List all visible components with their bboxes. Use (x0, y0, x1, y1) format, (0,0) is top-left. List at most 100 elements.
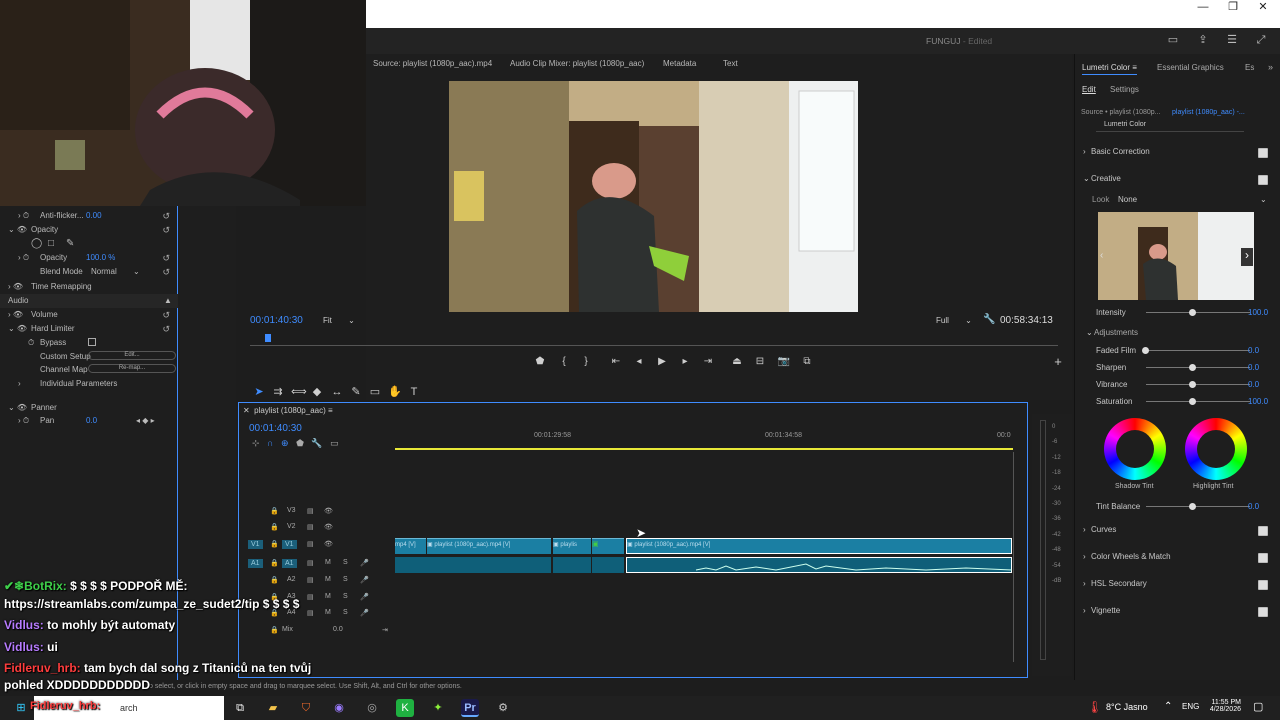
saturation-slider[interactable]: Saturation 100.0 (1080, 397, 1280, 413)
volume-section[interactable]: Volume (31, 310, 58, 319)
blend-mode-select[interactable]: Normal (91, 267, 117, 276)
look-preview[interactable] (1098, 212, 1254, 300)
rectangle-tool-icon[interactable]: ▭ (368, 385, 382, 399)
reset-icon[interactable]: ↺ (162, 225, 170, 236)
anti-flicker-value[interactable]: 0.00 (86, 211, 102, 220)
settings-icon[interactable]: ⚙ (494, 699, 512, 717)
add-button-icon[interactable]: + (1051, 355, 1065, 369)
video-clip[interactable]: mp4 [V] (395, 538, 426, 554)
video-clip[interactable]: ▣ (592, 538, 624, 554)
tab-source[interactable]: Source: playlist (1080p_aac).mp4 (373, 59, 492, 68)
razor-icon[interactable]: ◆ (310, 385, 324, 399)
app-k-icon[interactable]: K (396, 699, 414, 717)
track-v1[interactable]: V1 🔒 V1 ▤ 👁 (240, 538, 395, 554)
panner-section[interactable]: Panner (31, 403, 57, 412)
hsl-secondary-section[interactable]: › HSL Secondary (1080, 579, 1280, 595)
weather-text[interactable]: 8°C Jasno (1106, 702, 1148, 712)
look-next-icon[interactable]: › (1241, 248, 1253, 266)
tab-essential-graphics[interactable]: Essential Graphics (1157, 63, 1224, 72)
quality-select[interactable]: Full ⌄ (936, 316, 972, 325)
mark-out-icon[interactable]: } (579, 355, 593, 369)
track-select-icon[interactable]: ⇉ (271, 385, 285, 399)
clock[interactable]: 11:55 PM 4/28/2026 (1206, 699, 1241, 713)
tab-overflow[interactable]: Es (1245, 63, 1254, 72)
video-clip[interactable]: ▣ playlis (553, 538, 591, 554)
ripple-edit-icon[interactable]: ⟺ (291, 385, 307, 399)
maximize-button[interactable]: ❐ (1218, 0, 1248, 18)
individual-params[interactable]: Individual Parameters (40, 379, 117, 388)
tab-settings-lumetri[interactable]: Settings (1110, 85, 1139, 94)
timeline-tools[interactable]: ⊹ ∩ ⊕ ⬟ 🔧 ▭ (252, 438, 339, 449)
vibrance-slider[interactable]: Vibrance 0.0 (1080, 380, 1280, 396)
work-area-bar[interactable] (395, 448, 1013, 450)
go-to-out-icon[interactable]: ⇥ (701, 355, 715, 369)
remap-button[interactable]: Re-map... (88, 364, 176, 373)
track-v2[interactable]: 🔒 V2 ▤ 👁 (240, 521, 395, 537)
fit-select[interactable]: Fit ⌄ (323, 316, 355, 325)
wrench-icon[interactable]: 🔧 (983, 314, 995, 325)
quick-export-icon[interactable]: ▭ (1166, 34, 1180, 46)
lumetri-effect-select[interactable]: Lumetri Color (1096, 121, 1244, 132)
opacity-value[interactable]: 100.0 % (86, 253, 115, 262)
timeline-scrollbar[interactable] (1013, 452, 1018, 662)
video-clip-selected[interactable]: ▣ playlist (1080p_aac).mp4 [V] (626, 538, 1012, 554)
hard-limiter-section[interactable]: Hard Limiter (31, 324, 75, 333)
program-playhead[interactable] (265, 334, 271, 342)
tray-chevron-icon[interactable]: ⌃ (1164, 701, 1172, 712)
play-icon[interactable]: ▶ (655, 355, 669, 369)
language-indicator[interactable]: ENG (1182, 702, 1199, 711)
app-icon[interactable]: ✦ (429, 699, 447, 717)
tab-edit[interactable]: Edit (1082, 85, 1096, 94)
panel-more-icon[interactable]: » (1268, 62, 1273, 72)
timeline-timecode[interactable]: 00:01:40:30 (249, 423, 302, 434)
color-wheels-section[interactable]: › Color Wheels & Match (1080, 552, 1280, 568)
pan-value[interactable]: 0.0 (86, 416, 97, 425)
notification-icon[interactable]: ▢ (1253, 700, 1263, 713)
track-mix[interactable]: 🔒 Mix 0.0 ⇥ (240, 624, 395, 640)
task-view-icon[interactable]: ⧉ (231, 699, 249, 717)
tab-lumetri-color[interactable]: Lumetri Color ≡ (1082, 63, 1137, 75)
video-clip[interactable]: ▣ playlist (1080p_aac).mp4 [V] (427, 538, 551, 554)
mask-rect-icon[interactable]: □ (48, 238, 54, 249)
mask-ellipse-icon[interactable]: ◯ (31, 238, 42, 249)
audio-clip[interactable] (592, 557, 624, 573)
lift-icon[interactable]: ⏏ (730, 355, 744, 369)
close-button[interactable]: ✕ (1248, 0, 1278, 18)
export-frame-icon[interactable]: 📷 (777, 355, 791, 369)
file-explorer-icon[interactable]: ▰ (264, 699, 282, 717)
track-a2[interactable]: 🔒 A2 ▤ M S 🎤 (240, 574, 395, 590)
program-scrubber[interactable] (250, 345, 1058, 346)
compare-icon[interactable]: ⧉ (800, 355, 814, 369)
weather-icon[interactable]: 🌡 (1087, 700, 1102, 714)
custom-setup-button[interactable]: Edit... (88, 351, 176, 360)
step-forward-icon[interactable]: ▸ (678, 355, 692, 369)
creative-section[interactable]: ⌄ Creative (1080, 174, 1280, 190)
shadow-tint-wheel[interactable] (1104, 418, 1166, 480)
minimize-button[interactable]: — (1188, 0, 1218, 18)
fullscreen-icon[interactable]: ⤢ (1254, 34, 1268, 46)
pen-tool-icon[interactable]: ✎ (349, 385, 363, 399)
obs-icon[interactable]: ◉ (330, 699, 348, 717)
extract-icon[interactable]: ⊟ (753, 355, 767, 369)
time-remapping-section[interactable]: Time Remapping (31, 282, 92, 291)
look-prev-icon[interactable]: ‹ (1100, 250, 1103, 261)
faded-film-slider[interactable]: Faded Film 0.0 (1080, 346, 1280, 362)
program-timecode[interactable]: 00:01:40:30 (250, 315, 303, 326)
intensity-slider[interactable]: Intensity 100.0 (1080, 308, 1280, 324)
hand-icon[interactable]: ✋ (388, 385, 402, 399)
lumetri-source-link[interactable]: playlist (1080p_aac) -... (1172, 109, 1245, 116)
tab-text[interactable]: Text (723, 59, 738, 68)
basic-correction-section[interactable]: › Basic Correction (1080, 147, 1280, 163)
pen-icon[interactable]: ✎ (66, 238, 74, 249)
track-v3[interactable]: 🔒 V3 ▤ 👁 (240, 505, 395, 521)
mark-in-icon[interactable]: { (557, 355, 571, 369)
curves-section[interactable]: › Curves (1080, 525, 1280, 541)
vignette-section[interactable]: › Vignette (1080, 606, 1280, 622)
premiere-icon[interactable]: Pr (461, 699, 479, 717)
brave-icon[interactable]: ⛉ (297, 699, 315, 717)
audio-clip[interactable] (553, 557, 591, 573)
reset-icon[interactable]: ↺ (162, 211, 170, 222)
tab-audio-clip-mixer[interactable]: Audio Clip Mixer: playlist (1080p_aac) (510, 59, 644, 68)
step-back-icon[interactable]: ◂ (632, 355, 646, 369)
windows-start-icon[interactable]: ⊞ (12, 699, 30, 717)
